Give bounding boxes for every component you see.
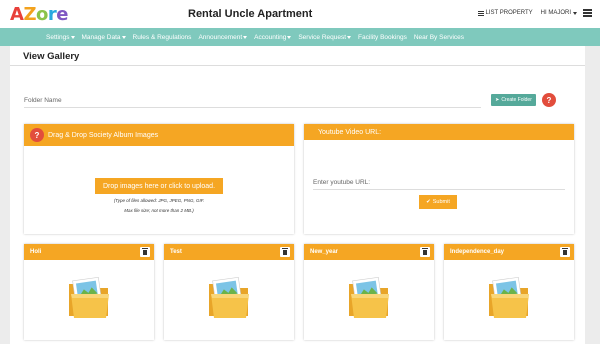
album-card-header: Holi (24, 244, 154, 260)
app-title: Rental Uncle Apartment (188, 8, 313, 20)
album-card[interactable]: New_year (304, 244, 434, 340)
nav-label: Announcement (198, 33, 243, 41)
album-card[interactable]: Test (164, 244, 294, 340)
nav-item-announcement[interactable]: Announcement (198, 33, 248, 41)
album-name: Test (170, 249, 182, 255)
nav-item-settings[interactable]: Settings (46, 34, 75, 41)
logo-letter: Z (23, 4, 36, 25)
album-card-header: Independence_day (444, 244, 574, 260)
trash-icon (282, 247, 288, 255)
upload-file-size-note: Max file size; not more than 2 MB.) (124, 208, 194, 213)
album-card[interactable]: Holi (24, 244, 154, 340)
hamburger-menu-icon[interactable] (583, 9, 592, 17)
logo-letter: r (47, 4, 57, 25)
nav-label: Accounting (254, 33, 287, 41)
youtube-url-input[interactable] (313, 176, 565, 190)
user-greeting: HI MAJORI (540, 10, 571, 16)
delete-album-button[interactable] (140, 247, 150, 257)
paper-plane-icon: ➤ (495, 97, 500, 103)
album-name: Holi (30, 249, 42, 255)
trash-icon (422, 247, 428, 255)
submit-label: Submit (432, 199, 450, 205)
chevron-down-icon (243, 35, 248, 39)
list-property-link[interactable]: LIST PROPERTY (477, 10, 533, 16)
upload-card-header: Drag & Drop Society Album Images (24, 124, 294, 146)
nav-item-rules-regulations[interactable]: Rules & Regulations (133, 34, 192, 41)
nav-label: Manage Data (81, 33, 121, 41)
logo-letter: o (36, 4, 48, 25)
nav-label: Settings (46, 33, 70, 41)
chevron-down-icon (287, 35, 292, 39)
youtube-header-label: Youtube Video URL: (318, 128, 382, 136)
upload-header-label: Drag & Drop Society Album Images (48, 131, 159, 139)
folder-icon[interactable] (66, 272, 112, 322)
nav-item-manage-data[interactable]: Manage Data (82, 34, 126, 41)
chevron-down-icon (70, 35, 75, 39)
album-card-header: Test (164, 244, 294, 260)
help-icon[interactable]: ? (30, 128, 44, 142)
create-folder-label: Create Folder (501, 97, 532, 103)
folder-name-input[interactable] (24, 94, 481, 108)
logo-letter: A (10, 4, 24, 25)
help-icon[interactable]: ? (542, 93, 556, 107)
submit-button[interactable]: ✔ Submit (419, 195, 457, 209)
delete-album-button[interactable] (560, 247, 570, 257)
delete-album-button[interactable] (280, 247, 290, 257)
azore-logo[interactable]: AZore (10, 4, 68, 25)
list-property-label: LIST PROPERTY (485, 10, 533, 16)
folder-icon[interactable] (486, 272, 532, 322)
main-nav: Settings Manage Data Rules & Regulations… (0, 28, 600, 46)
check-icon: ✔ (426, 199, 431, 205)
logo-letter: e (56, 4, 68, 25)
youtube-card: Youtube Video URL: ✔ Submit (304, 124, 574, 234)
nav-item-service-request[interactable]: Service Request (298, 33, 352, 41)
folder-icon[interactable] (346, 272, 392, 322)
top-right-menu: LIST PROPERTY HI MAJORI (470, 9, 592, 17)
list-icon (477, 10, 484, 16)
nav-item-accounting[interactable]: Accounting (254, 33, 292, 41)
chevron-down-icon (573, 11, 577, 15)
page-title: View Gallery (23, 51, 80, 62)
chevron-down-icon (347, 35, 352, 39)
youtube-card-header: Youtube Video URL: (304, 124, 574, 140)
nav-label: Near By Services (413, 33, 465, 41)
trash-icon (142, 247, 148, 255)
album-name: New_year (310, 249, 339, 255)
nav-label: Facility Bookings (358, 33, 407, 41)
album-card-header: New_year (304, 244, 434, 260)
chevron-down-icon (121, 35, 126, 39)
nav-label: Service Request (298, 33, 347, 41)
upload-card: Drag & Drop Society Album Images ? Drop … (24, 124, 294, 234)
divider (10, 65, 585, 66)
top-bar: AZore Rental Uncle Apartment LIST PROPER… (0, 0, 600, 28)
nav-item-facility-bookings[interactable]: Facility Bookings (358, 34, 407, 41)
user-menu[interactable]: HI MAJORI (541, 10, 577, 16)
gallery-panel: View Gallery ➤ Create Folder ? Drag & Dr… (10, 46, 585, 344)
folder-icon[interactable] (206, 272, 252, 322)
trash-icon (562, 247, 568, 255)
nav-item-near-by-services[interactable]: Near By Services (414, 34, 464, 41)
upload-dropzone-button[interactable]: Drop images here or click to upload. (95, 178, 223, 194)
delete-album-button[interactable] (420, 247, 430, 257)
upload-file-types-note: (Type of files allowed: JPG, JPEG, PNG, … (113, 198, 205, 203)
album-name: Independence_day (450, 249, 505, 255)
album-card[interactable]: Independence_day (444, 244, 574, 340)
create-folder-button[interactable]: ➤ Create Folder (491, 94, 536, 106)
nav-label: Rules & Regulations (132, 33, 192, 41)
